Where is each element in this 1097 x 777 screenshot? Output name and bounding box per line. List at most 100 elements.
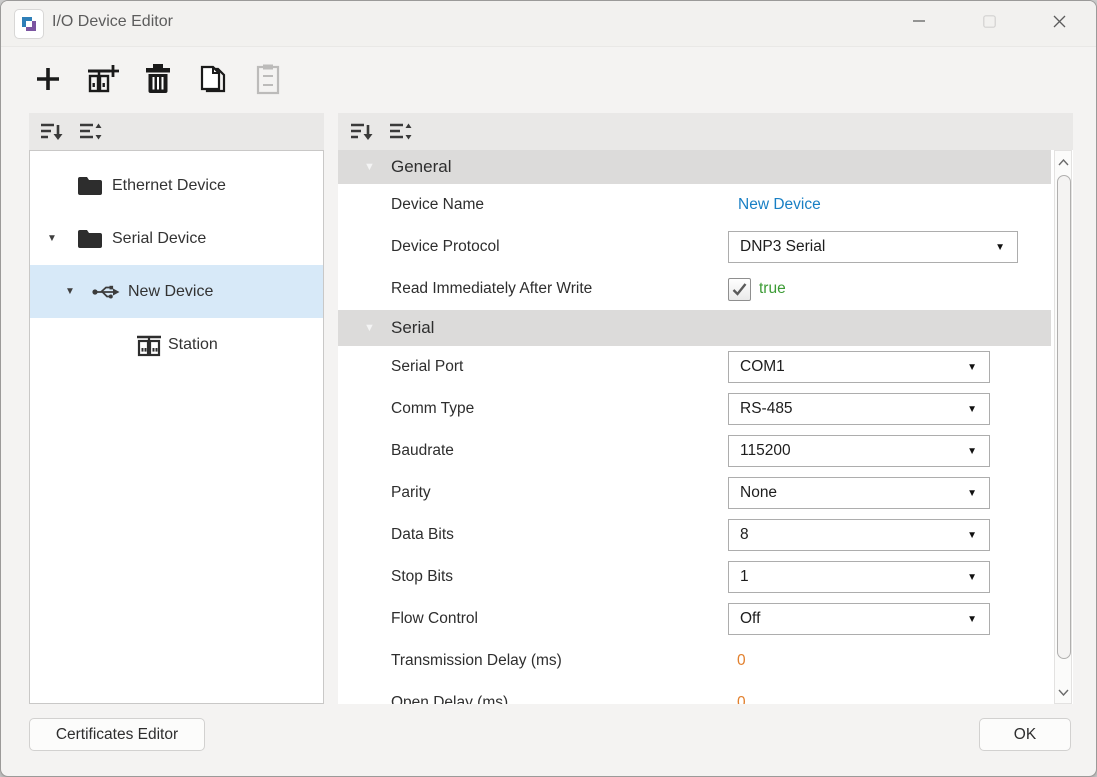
property-label: Comm Type <box>391 400 474 418</box>
section-title: General <box>391 157 451 177</box>
property-row-stop-bits: Stop Bits 1 ▼ <box>338 556 1051 598</box>
folder-icon <box>77 229 103 249</box>
add-station-button[interactable] <box>84 59 122 99</box>
baudrate-dropdown[interactable]: 115200 ▼ <box>728 435 990 467</box>
ok-button[interactable]: OK <box>979 718 1071 751</box>
minimize-button[interactable] <box>896 1 942 41</box>
delete-button[interactable] <box>139 59 177 99</box>
window-title: I/O Device Editor <box>52 13 173 31</box>
grid-sort-descending-button[interactable] <box>349 119 375 145</box>
parity-dropdown[interactable]: None ▼ <box>728 477 990 509</box>
grid-sort-custom-button[interactable] <box>388 119 414 145</box>
tree-item-label: Serial Device <box>112 230 206 248</box>
usb-icon <box>92 284 120 300</box>
property-row-flow-control: Flow Control Off ▼ <box>338 598 1051 640</box>
transmission-delay-value[interactable]: 0 <box>737 652 746 670</box>
device-tree: Ethernet Device ▼ Serial Device ▼ <box>29 150 324 704</box>
collapse-icon: ▼ <box>364 322 375 334</box>
folder-icon <box>77 176 103 196</box>
trash-icon <box>145 64 171 94</box>
property-grid: ▼ General Device Name New Device Device … <box>338 150 1073 704</box>
chevron-down-icon: ▼ <box>995 242 1005 253</box>
tree-toolbar <box>29 113 324 150</box>
property-row-baudrate: Baudrate 115200 ▼ <box>338 430 1051 472</box>
expander-down-icon[interactable]: ▼ <box>47 233 57 244</box>
chevron-down-icon <box>1058 689 1069 696</box>
plus-icon <box>33 64 63 94</box>
comm-type-dropdown[interactable]: RS-485 ▼ <box>728 393 990 425</box>
certificates-editor-button[interactable]: Certificates Editor <box>29 718 205 751</box>
property-label: Open Delay (ms) <box>391 694 508 704</box>
expander-down-icon[interactable]: ▼ <box>65 286 75 297</box>
property-row-transmission-delay: Transmission Delay (ms) 0 <box>338 640 1051 682</box>
tree-item-new-device[interactable]: ▼ New Device <box>30 265 323 318</box>
scrollbar-thumb[interactable] <box>1057 175 1071 659</box>
add-device-button[interactable] <box>29 59 67 99</box>
station-plus-icon <box>86 63 120 95</box>
open-delay-value[interactable]: 0 <box>737 694 746 704</box>
scroll-down-button[interactable] <box>1055 682 1071 702</box>
property-label: Baudrate <box>391 442 454 460</box>
tree-item-station[interactable]: Station <box>30 318 323 371</box>
tree-item-label: Station <box>168 336 218 354</box>
copy-button[interactable] <box>194 59 232 99</box>
section-header-general[interactable]: ▼ General <box>338 150 1051 184</box>
property-label: Device Protocol <box>391 238 500 256</box>
scroll-up-button[interactable] <box>1055 152 1071 172</box>
tree-item-ethernet-device[interactable]: Ethernet Device <box>30 159 323 212</box>
property-label: Parity <box>391 484 431 502</box>
read-immediately-checkbox[interactable] <box>728 278 751 301</box>
minimize-icon <box>913 15 925 27</box>
device-name-value[interactable]: New Device <box>738 196 821 214</box>
station-icon <box>136 333 162 357</box>
collapse-icon: ▼ <box>364 161 375 173</box>
stop-bits-dropdown[interactable]: 1 ▼ <box>728 561 990 593</box>
property-row-parity: Parity None ▼ <box>338 472 1051 514</box>
property-row-device-name: Device Name New Device <box>338 184 1051 226</box>
section-title: Serial <box>391 318 434 338</box>
close-button[interactable] <box>1036 1 1082 41</box>
toolbar <box>29 57 287 101</box>
tree-sort-descending-button[interactable] <box>39 119 65 145</box>
property-label: Flow Control <box>391 610 478 628</box>
serial-port-dropdown[interactable]: COM1 ▼ <box>728 351 990 383</box>
chevron-down-icon: ▼ <box>967 488 977 499</box>
chevron-down-icon: ▼ <box>967 572 977 583</box>
close-icon <box>1053 15 1066 28</box>
property-row-serial-port: Serial Port COM1 ▼ <box>338 346 1051 388</box>
titlebar: I/O Device Editor <box>1 1 1096 47</box>
paste-button <box>249 59 287 99</box>
paste-icon <box>256 63 280 95</box>
sort-custom-icon <box>79 121 103 143</box>
tree-sort-custom-button[interactable] <box>78 119 104 145</box>
tree-item-label: New Device <box>128 283 213 301</box>
property-label: Transmission Delay (ms) <box>391 652 562 670</box>
data-bits-dropdown[interactable]: 8 ▼ <box>728 519 990 551</box>
app-logo-icon <box>14 9 44 39</box>
chevron-up-icon <box>1058 159 1069 166</box>
property-label: Device Name <box>391 196 484 214</box>
property-label: Stop Bits <box>391 568 453 586</box>
section-header-serial[interactable]: ▼ Serial <box>338 310 1051 346</box>
checkbox-value: true <box>759 280 786 298</box>
flow-control-dropdown[interactable]: Off ▼ <box>728 603 990 635</box>
checkmark-icon <box>732 283 747 296</box>
tree-item-label: Ethernet Device <box>112 177 226 195</box>
property-row-read-immediately: Read Immediately After Write true <box>338 268 1051 310</box>
scrollbar[interactable] <box>1054 150 1072 704</box>
chevron-down-icon: ▼ <box>967 404 977 415</box>
chevron-down-icon: ▼ <box>967 446 977 457</box>
copy-icon <box>199 63 227 95</box>
io-device-editor-window: I/O Device Editor <box>0 0 1097 777</box>
property-row-open-delay: Open Delay (ms) 0 <box>338 682 1051 704</box>
property-row-device-protocol: Device Protocol DNP3 Serial ▼ <box>338 226 1051 268</box>
maximize-icon <box>983 15 996 28</box>
chevron-down-icon: ▼ <box>967 530 977 541</box>
tree-item-serial-device[interactable]: ▼ Serial Device <box>30 212 323 265</box>
device-protocol-dropdown[interactable]: DNP3 Serial ▼ <box>728 231 1018 263</box>
chevron-down-icon: ▼ <box>967 362 977 373</box>
chevron-down-icon: ▼ <box>967 614 977 625</box>
maximize-button[interactable] <box>966 1 1012 41</box>
property-label: Data Bits <box>391 526 454 544</box>
sort-descending-icon <box>350 121 374 143</box>
